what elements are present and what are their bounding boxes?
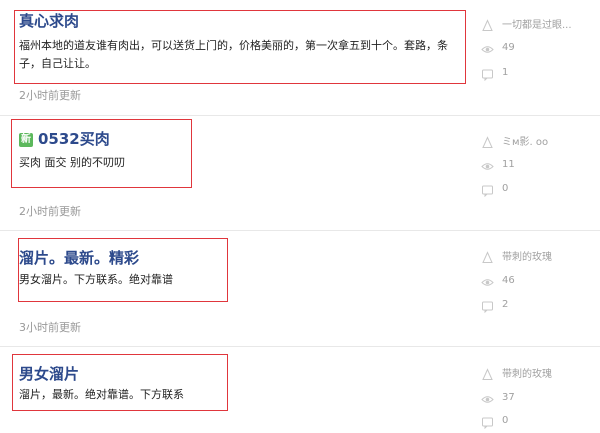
post-updated-time: 2小时前更新 — [19, 89, 81, 102]
comment-count: 2 — [502, 298, 509, 310]
post-item[interactable]: 新 0532买肉 买肉 面交 别的不叨叨 2小时前更新 ミм影. oo 11 0 — [0, 116, 600, 230]
post-item[interactable]: 真心求肉 福州本地的道友谁有肉出，可以送货上门的，价格美丽的，第一次拿五到十个。… — [0, 0, 600, 115]
post-updated-time: 3小时前更新 — [19, 321, 81, 334]
author-row[interactable]: 带刺的玫瑰 — [481, 248, 552, 263]
views-row: 46 — [481, 273, 515, 287]
comment-icon — [481, 182, 494, 197]
post-excerpt: 买肉 面交 别的不叨叨 — [19, 156, 125, 169]
post-title[interactable]: 新 0532买肉 — [19, 128, 110, 149]
post-updated-time: 2小时前更新 — [19, 205, 81, 218]
eye-icon — [481, 274, 494, 287]
comment-icon — [481, 414, 494, 429]
comment-count: 0 — [502, 182, 509, 194]
new-badge: 新 — [19, 133, 33, 147]
comments-row: 0 — [481, 413, 509, 429]
post-excerpt: 溜片，最新。绝对靠谱。下方联系 — [19, 388, 184, 401]
post-title[interactable]: 男女溜片 — [19, 363, 79, 384]
comment-icon — [481, 298, 494, 313]
post-item[interactable]: 男女溜片 溜片，最新。绝对靠谱。下方联系 带刺的玫瑰 37 0 — [0, 347, 600, 429]
comment-icon — [481, 66, 494, 81]
views-row: 49 — [481, 40, 515, 54]
user-icon — [481, 366, 494, 380]
view-count: 49 — [502, 41, 515, 53]
author-name[interactable]: 带刺的玫瑰 — [502, 365, 552, 380]
comment-count: 1 — [502, 66, 509, 78]
author-name[interactable]: 一切都是过眼... — [502, 16, 572, 31]
eye-icon — [481, 158, 494, 171]
eye-icon — [481, 391, 494, 404]
view-count: 11 — [502, 158, 515, 170]
post-excerpt: 福州本地的道友谁有肉出，可以送货上门的，价格美丽的，第一次拿五到十个。套路，条子… — [19, 39, 448, 70]
user-icon — [481, 17, 494, 31]
post-excerpt: 男女溜片。下方联系。绝对靠谱 — [19, 273, 173, 286]
author-name[interactable]: ミм影. oo — [502, 133, 548, 148]
author-row[interactable]: ミм影. oo — [481, 133, 548, 148]
view-count: 46 — [502, 274, 515, 286]
post-title-text[interactable]: 0532买肉 — [38, 130, 110, 148]
comment-count: 0 — [502, 414, 509, 426]
post-title[interactable]: 溜片。最新。精彩 — [19, 247, 139, 268]
comments-row: 2 — [481, 297, 509, 313]
views-row: 11 — [481, 157, 515, 171]
author-row[interactable]: 带刺的玫瑰 — [481, 365, 552, 380]
author-row[interactable]: 一切都是过眼... — [481, 16, 572, 31]
eye-icon — [481, 41, 494, 54]
author-name[interactable]: 带刺的玫瑰 — [502, 248, 552, 263]
comments-row: 0 — [481, 181, 509, 197]
user-icon — [481, 249, 494, 263]
views-row: 37 — [481, 390, 515, 404]
post-item[interactable]: 溜片。最新。精彩 男女溜片。下方联系。绝对靠谱 3小时前更新 带刺的玫瑰 46 … — [0, 231, 600, 346]
post-title[interactable]: 真心求肉 — [19, 10, 79, 31]
user-icon — [481, 134, 494, 148]
view-count: 37 — [502, 391, 515, 403]
comments-row: 1 — [481, 65, 509, 81]
